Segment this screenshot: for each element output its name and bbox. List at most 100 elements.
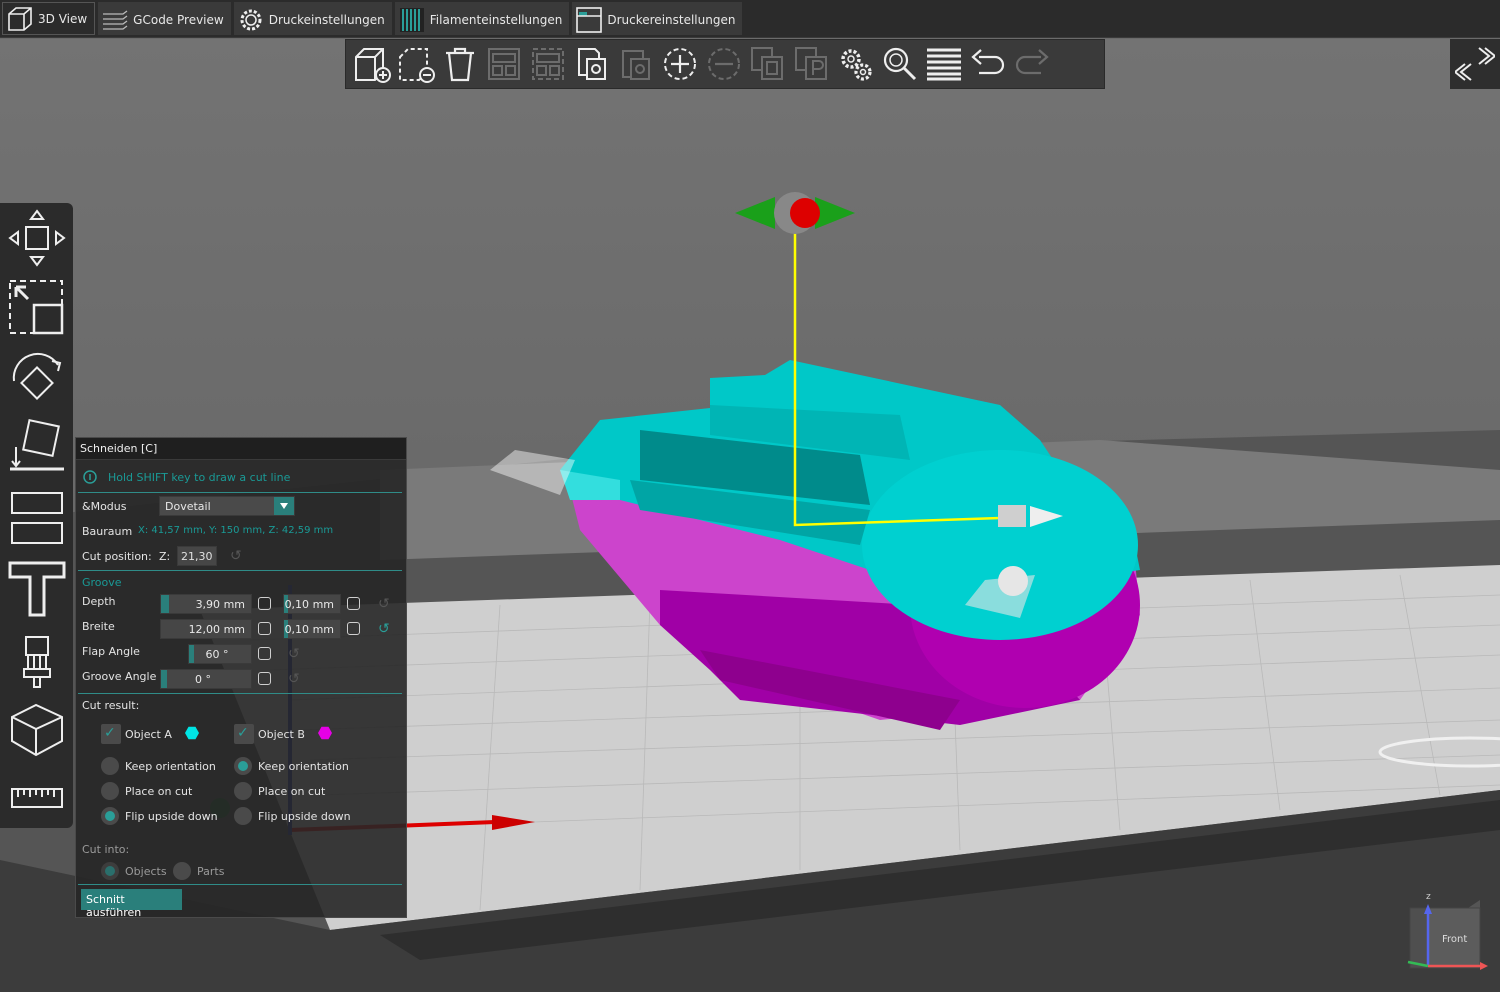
width-unit: mm xyxy=(223,622,245,636)
object-a-place-on-cut-radio[interactable] xyxy=(101,782,119,800)
slider-fill xyxy=(161,595,169,613)
reset-icon[interactable]: ↺ xyxy=(230,548,246,564)
depth-input[interactable]: 3,90 mm xyxy=(160,594,252,614)
object-a-keep-orientation-radio[interactable] xyxy=(101,757,119,775)
z-position-input[interactable]: 21,30 xyxy=(177,546,217,566)
flap-angle-value: 60 ° xyxy=(205,647,229,661)
split-parts-button[interactable] xyxy=(790,41,834,87)
depth-edit-checkbox[interactable] xyxy=(258,597,271,610)
search-button[interactable] xyxy=(878,41,922,87)
tab-druckeinstellungen[interactable]: Druckeinstellungen xyxy=(233,2,392,35)
paste-button[interactable] xyxy=(614,41,658,87)
search-icon xyxy=(883,47,917,81)
mode-select[interactable]: Dovetail xyxy=(159,496,295,516)
z-axis-label: z xyxy=(1426,892,1431,902)
reset-icon[interactable]: ↺ xyxy=(378,596,394,612)
flap-angle-checkbox[interactable] xyxy=(258,647,271,660)
main-toolbar xyxy=(345,39,1105,89)
reset-icon[interactable]: ↺ xyxy=(288,646,304,662)
copy-icon xyxy=(578,48,606,80)
delete-icon xyxy=(399,48,435,83)
mode-value: Dovetail xyxy=(165,500,211,513)
check-icon: ✓ xyxy=(237,725,249,741)
cut-tool-button[interactable] xyxy=(0,483,73,553)
double-chevron-icon xyxy=(1455,47,1495,81)
divider xyxy=(78,884,402,885)
flip-upside-down-label: Flip upside down xyxy=(258,810,351,823)
object-b-flip-radio[interactable] xyxy=(234,807,252,825)
tab-gcode-preview[interactable]: GCode Preview xyxy=(98,2,231,35)
width-edit-checkbox[interactable] xyxy=(258,622,271,635)
split-objects-button[interactable] xyxy=(746,41,790,87)
measure-tool-button[interactable] xyxy=(0,763,73,833)
check-icon: ✓ xyxy=(104,725,116,741)
flap-angle-label: Flap Angle xyxy=(82,645,140,658)
width-tolerance-value: 0,10 xyxy=(284,622,310,636)
tab-bar: 3D View GCode Preview Druckeinstellungen… xyxy=(0,0,1500,38)
width-tolerance-checkbox[interactable] xyxy=(347,622,360,635)
groove-angle-checkbox[interactable] xyxy=(258,672,271,685)
slider-fill xyxy=(161,670,167,688)
arrange-selection-button[interactable] xyxy=(526,41,570,87)
object-b-label: Object B xyxy=(258,728,305,741)
gear-icon xyxy=(237,6,265,34)
redo-icon xyxy=(1015,49,1049,75)
depth-tolerance-input[interactable]: 0,10 mm xyxy=(283,594,341,614)
add-button[interactable] xyxy=(350,41,394,87)
object-b-place-on-cut-radio[interactable] xyxy=(234,782,252,800)
groove-label: Groove xyxy=(82,576,122,589)
object-a-flip-radio[interactable] xyxy=(101,807,119,825)
dovetail-tool-button[interactable] xyxy=(0,553,73,623)
undo-icon xyxy=(971,49,1005,75)
depth-unit: mm xyxy=(223,597,245,611)
tab-filamenteinstellungen[interactable]: Filamenteinstellungen xyxy=(394,2,570,35)
undo-button[interactable] xyxy=(966,41,1010,87)
cut-result-label: Cut result: xyxy=(82,699,140,712)
layers-editing-button[interactable] xyxy=(922,41,966,87)
objects-radio[interactable] xyxy=(101,862,119,880)
rotate-tool-button[interactable] xyxy=(0,343,73,413)
arrange-icon xyxy=(488,48,520,80)
sla-support-button[interactable] xyxy=(0,693,73,763)
width-input[interactable]: 12,00 mm xyxy=(160,619,252,639)
scale-tool-button[interactable] xyxy=(0,273,73,343)
add-icon xyxy=(355,48,391,83)
view-cube[interactable]: Front z xyxy=(1398,892,1488,977)
bauraum-label: Bauraum xyxy=(82,525,133,538)
remove-instance-button[interactable] xyxy=(702,41,746,87)
reset-icon[interactable]: ↺ xyxy=(378,621,394,637)
add-instance-button[interactable] xyxy=(658,41,702,87)
place-on-face-button[interactable] xyxy=(0,413,73,483)
depth-tolerance-checkbox[interactable] xyxy=(347,597,360,610)
reset-icon[interactable]: ↺ xyxy=(288,671,304,687)
object-a-checkbox[interactable]: ✓ xyxy=(101,724,121,744)
tab-3d-view[interactable]: 3D View xyxy=(2,2,96,35)
mode-label: &Modus xyxy=(82,500,127,513)
redo-button[interactable] xyxy=(1010,41,1054,87)
objects-label: Objects xyxy=(125,865,167,878)
depth-value: 3,90 xyxy=(195,597,221,611)
object-b-checkbox[interactable]: ✓ xyxy=(234,724,254,744)
tab-label: Druckereinstellungen xyxy=(607,12,736,27)
flap-angle-input[interactable]: 60 ° xyxy=(188,644,252,664)
tab-druckereinstellungen[interactable]: Druckereinstellungen xyxy=(572,2,743,35)
parts-radio[interactable] xyxy=(173,862,191,880)
delete-button[interactable] xyxy=(394,41,438,87)
object-b-keep-orientation-radio[interactable] xyxy=(234,757,252,775)
remove-instance-icon xyxy=(708,48,740,80)
width-tolerance-input[interactable]: 0,10 mm xyxy=(283,619,341,639)
perform-cut-button[interactable]: Schnitt ausführen xyxy=(81,889,182,919)
move-tool-button[interactable] xyxy=(0,203,73,273)
delete-all-button[interactable] xyxy=(438,41,482,87)
settings-button[interactable] xyxy=(834,41,878,87)
groove-angle-input[interactable]: 0 ° xyxy=(160,669,252,689)
cut-rotate-gizmo[interactable] xyxy=(735,192,855,234)
paste-icon xyxy=(622,50,650,80)
collapse-sidebar-button[interactable] xyxy=(1450,39,1500,89)
arrange-button[interactable] xyxy=(482,41,526,87)
copy-button[interactable] xyxy=(570,41,614,87)
width-value: 12,00 xyxy=(188,622,221,636)
printer-icon xyxy=(575,6,603,34)
paint-tool-button[interactable] xyxy=(0,623,73,693)
layers-icon xyxy=(101,6,129,34)
